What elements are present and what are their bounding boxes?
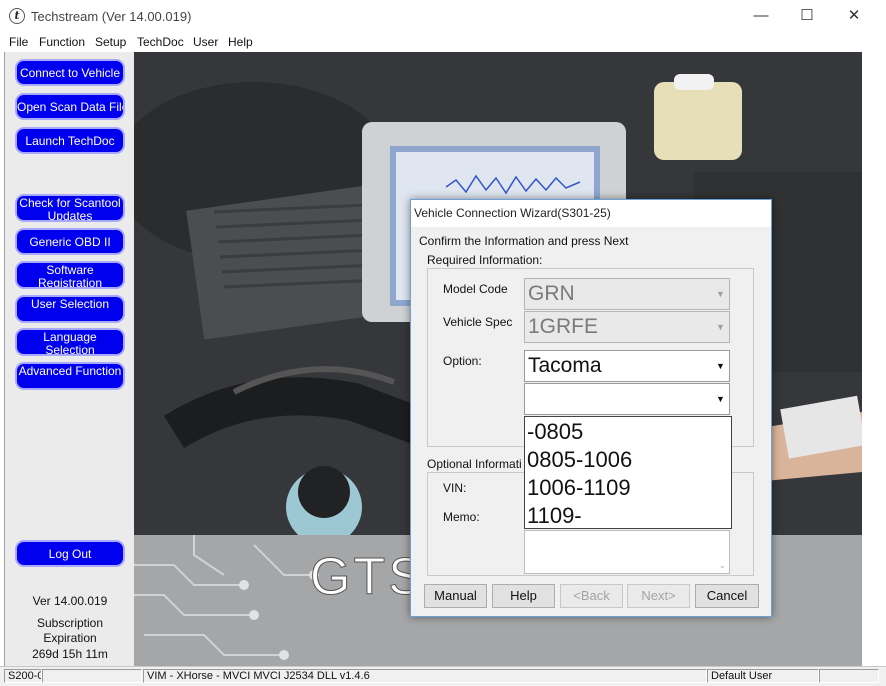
generic-obd-button[interactable]: Generic OBD II — [15, 228, 125, 255]
subscription-label: Subscription — [36, 616, 104, 630]
help-button[interactable]: Help — [492, 584, 555, 608]
status-device: VIM - XHorse - MVCI MVCI J2534 DLL v1.4.… — [143, 669, 707, 683]
memo-label: Memo: — [443, 510, 480, 524]
status-empty — [42, 669, 142, 683]
log-out-button[interactable]: Log Out — [15, 540, 125, 567]
vehicle-spec-value: 1GRFE — [528, 315, 599, 338]
menu-function[interactable]: Function — [39, 35, 85, 49]
model-code-label: Model Code — [443, 282, 508, 296]
option-period-combo[interactable]: ▼ — [524, 383, 730, 415]
chevron-down-icon[interactable]: ▼ — [713, 352, 728, 380]
chevron-down-icon: ⌄ — [718, 560, 726, 570]
expiration-label: Expiration — [43, 631, 97, 645]
gts-logo: GTS — [310, 548, 426, 607]
dialog-instruction: Confirm the Information and press Next — [419, 234, 629, 248]
launch-techdoc-button[interactable]: Launch TechDoc — [15, 127, 125, 154]
maximize-icon[interactable]: ☐ — [784, 0, 830, 32]
model-code-combo: GRN ▼ — [524, 278, 730, 310]
version-label: Ver 14.00.019 — [32, 594, 108, 608]
language-selection-button[interactable]: Language Selection — [15, 328, 125, 356]
menu-bar: File Function Setup TechDoc User Help — [0, 32, 886, 52]
menu-user[interactable]: User — [193, 35, 218, 49]
user-selection-button[interactable]: User Selection — [15, 295, 125, 323]
minimize-icon[interactable]: — — [738, 0, 784, 32]
vin-label: VIN: — [443, 481, 467, 495]
dropdown-option[interactable]: 0805-1006 — [527, 447, 632, 473]
status-extra — [819, 669, 879, 683]
memo-field[interactable]: ⌄ — [524, 530, 730, 574]
dropdown-option[interactable]: 1109- — [527, 503, 582, 529]
manual-button[interactable]: Manual — [424, 584, 487, 608]
advanced-function-button[interactable]: Advanced Function — [15, 362, 125, 390]
menu-setup[interactable]: Setup — [95, 35, 126, 49]
chevron-down-icon[interactable]: ▼ — [713, 385, 728, 413]
menu-techdoc[interactable]: TechDoc — [137, 35, 184, 49]
model-code-value: GRN — [528, 282, 575, 305]
open-scan-data-file-button[interactable]: Open Scan Data File — [15, 93, 125, 120]
software-registration-button[interactable]: Software Registration — [15, 261, 125, 289]
option-combo[interactable]: Tacoma ▼ — [524, 350, 730, 382]
option-label: Option: — [443, 354, 482, 368]
back-button[interactable]: <Back — [560, 584, 623, 608]
vehicle-spec-combo: 1GRFE ▼ — [524, 311, 730, 343]
sidebar: Connect to Vehicle Open Scan Data File L… — [4, 52, 135, 666]
right-border — [862, 52, 882, 666]
required-info-label: Required Information: — [427, 253, 543, 267]
vehicle-connection-wizard-dialog: Vehicle Connection Wizard(S301-25) Confi… — [410, 199, 772, 617]
dialog-title: Vehicle Connection Wizard(S301-25) — [411, 200, 771, 227]
menu-file[interactable]: File — [9, 35, 28, 49]
dropdown-option[interactable]: 1006-1109 — [527, 475, 631, 501]
optional-info-label: Optional Informati — [427, 457, 522, 471]
techstream-t-icon: t — [9, 8, 25, 24]
chevron-down-icon: ▼ — [716, 322, 725, 332]
close-icon[interactable]: ✕ — [831, 0, 877, 32]
dropdown-option[interactable]: -0805 — [527, 419, 583, 445]
title-bar: t Techstream (Ver 14.00.019) — ☐ ✕ — [0, 0, 886, 32]
status-user: Default User — [707, 669, 819, 683]
status-code: S200-0 — [4, 669, 42, 683]
chevron-down-icon: ▼ — [716, 289, 725, 299]
status-bar: S200-0 VIM - XHorse - MVCI MVCI J2534 DL… — [0, 666, 886, 686]
next-button[interactable]: Next> — [627, 584, 690, 608]
window-title: Techstream (Ver 14.00.019) — [31, 9, 192, 24]
expiration-value: 269d 15h 11m — [32, 647, 108, 661]
check-for-updates-button[interactable]: Check for Scantool Updates — [15, 194, 125, 222]
vehicle-spec-label: Vehicle Spec — [443, 315, 513, 329]
option-value: Tacoma — [528, 354, 602, 377]
connect-to-vehicle-button[interactable]: Connect to Vehicle — [15, 59, 125, 86]
option-dropdown-list: -0805 0805-1006 1006-1109 1109- — [524, 416, 732, 529]
menu-help[interactable]: Help — [228, 35, 253, 49]
cancel-button[interactable]: Cancel — [695, 584, 759, 608]
